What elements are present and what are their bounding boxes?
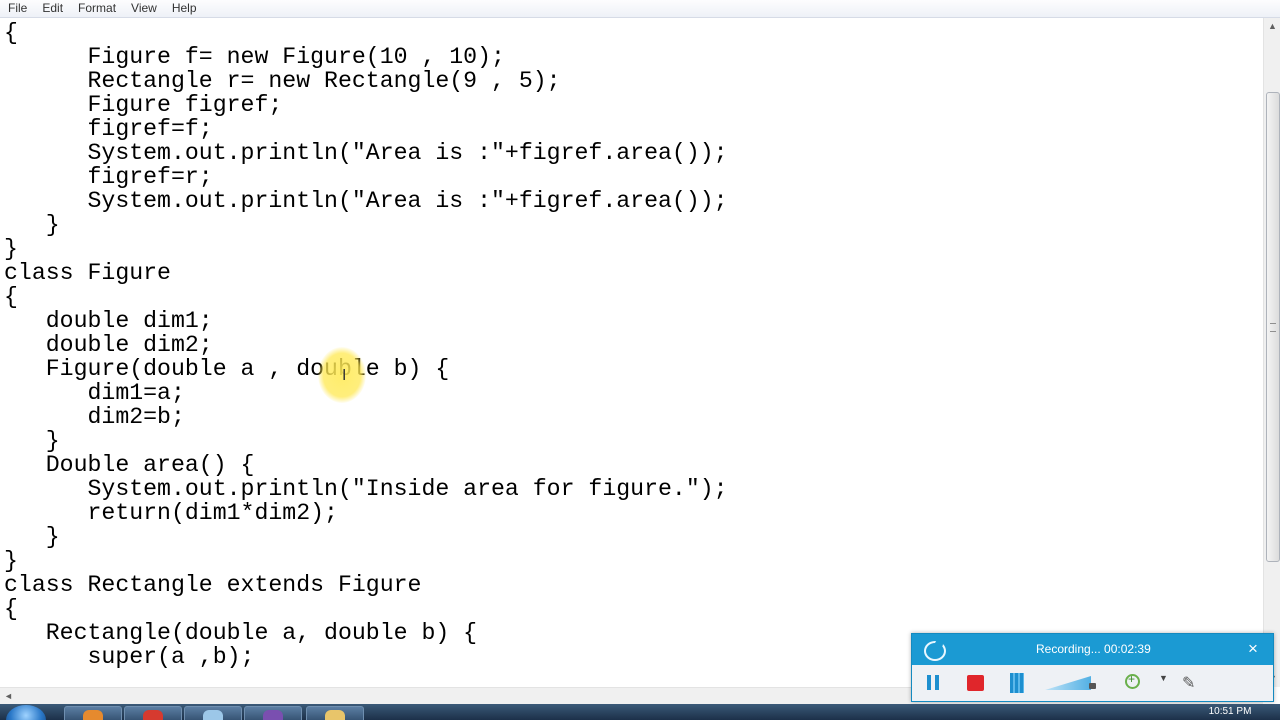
pause-icon[interactable] (927, 675, 940, 690)
code-line: } (4, 236, 18, 262)
taskbar: 10:51 PM (0, 704, 1280, 720)
code-line: return(dim1*dim2); (4, 500, 338, 526)
code-line: class Rectangle extends Figure (4, 572, 422, 598)
browser-icon (83, 710, 103, 720)
code-line: figref=f; (4, 116, 213, 142)
volume-slider[interactable] (1045, 674, 1096, 692)
taskbar-explorer-button[interactable] (184, 706, 242, 720)
folder-icon (325, 710, 345, 720)
code-line: } (4, 524, 60, 550)
code-line: figref=r; (4, 164, 213, 190)
text-editor-area[interactable]: { Figure f= new Figure(10 , 10); Rectang… (0, 18, 1263, 687)
code-line: System.out.println("Inside area for figu… (4, 476, 728, 502)
code-line: super(a ,b); (4, 644, 255, 670)
grip-icon (1270, 323, 1276, 332)
vertical-scroll-thumb[interactable] (1266, 92, 1280, 562)
explorer-icon (203, 710, 223, 720)
recorder-logo-icon (924, 640, 946, 661)
code-line: { (4, 596, 18, 622)
scroll-up-arrow-icon[interactable]: ▲ (1264, 18, 1280, 35)
taskbar-folder-button[interactable] (306, 706, 364, 720)
stop-icon[interactable] (967, 675, 984, 691)
vertical-scrollbar[interactable]: ▲ ▼ (1263, 18, 1280, 687)
code-line: dim2=b; (4, 404, 185, 430)
code-line: } (4, 548, 18, 574)
code-line: double dim2; (4, 332, 213, 358)
text-cursor-icon: I (342, 366, 347, 384)
code-line: Rectangle r= new Rectangle(9 , 5); (4, 68, 561, 94)
taskbar-browser-button[interactable] (64, 706, 122, 720)
zoom-icon[interactable] (1125, 672, 1140, 689)
code-line: double dim1; (4, 308, 213, 334)
menu-format[interactable]: Format (70, 0, 123, 17)
taskbar-media-button[interactable] (244, 706, 302, 720)
menu-help[interactable]: Help (164, 0, 204, 17)
recording-status: Recording... 00:02:39 (1036, 642, 1151, 656)
webcam-icon[interactable] (1010, 673, 1024, 693)
recording-panel: Recording... 00:02:39 × ▼ ✎ (911, 633, 1274, 702)
code-text: { Figure f= new Figure(10 , 10); Rectang… (4, 21, 728, 669)
scroll-left-arrow-icon[interactable]: ◄ (0, 688, 17, 705)
lock-icon (1089, 683, 1096, 689)
recording-panel-header: Recording... 00:02:39 × (912, 634, 1273, 665)
menu-bar: File Edit Format View Help (0, 0, 1280, 18)
code-line: System.out.println("Area is :"+figref.ar… (4, 188, 728, 214)
code-line: Double area() { (4, 452, 255, 478)
start-button-icon[interactable] (6, 705, 46, 720)
code-line: dim1=a; (4, 380, 185, 406)
code-line: } (4, 212, 60, 238)
media-icon (263, 710, 283, 720)
taskbar-clock: 10:51 PM (1208, 706, 1252, 717)
code-line: Figure f= new Figure(10 , 10); (4, 44, 505, 70)
code-line: { (4, 20, 18, 46)
code-line: } (4, 428, 60, 454)
code-line: System.out.println("Area is :"+figref.ar… (4, 140, 728, 166)
chevron-down-icon[interactable]: ▼ (1159, 673, 1168, 683)
code-line: Rectangle(double a, double b) { (4, 620, 478, 646)
close-icon[interactable]: × (1248, 639, 1258, 659)
code-line: class Figure (4, 260, 171, 286)
menu-edit[interactable]: Edit (34, 0, 70, 17)
recording-toolbar: ▼ ✎ (912, 665, 1273, 701)
menu-file[interactable]: File (0, 0, 34, 17)
app-icon (143, 710, 163, 720)
pen-icon[interactable]: ✎ (1182, 673, 1195, 693)
taskbar-app-button[interactable] (124, 706, 182, 720)
code-line: { (4, 284, 18, 310)
code-line: Figure figref; (4, 92, 283, 118)
menu-view[interactable]: View (123, 0, 164, 17)
